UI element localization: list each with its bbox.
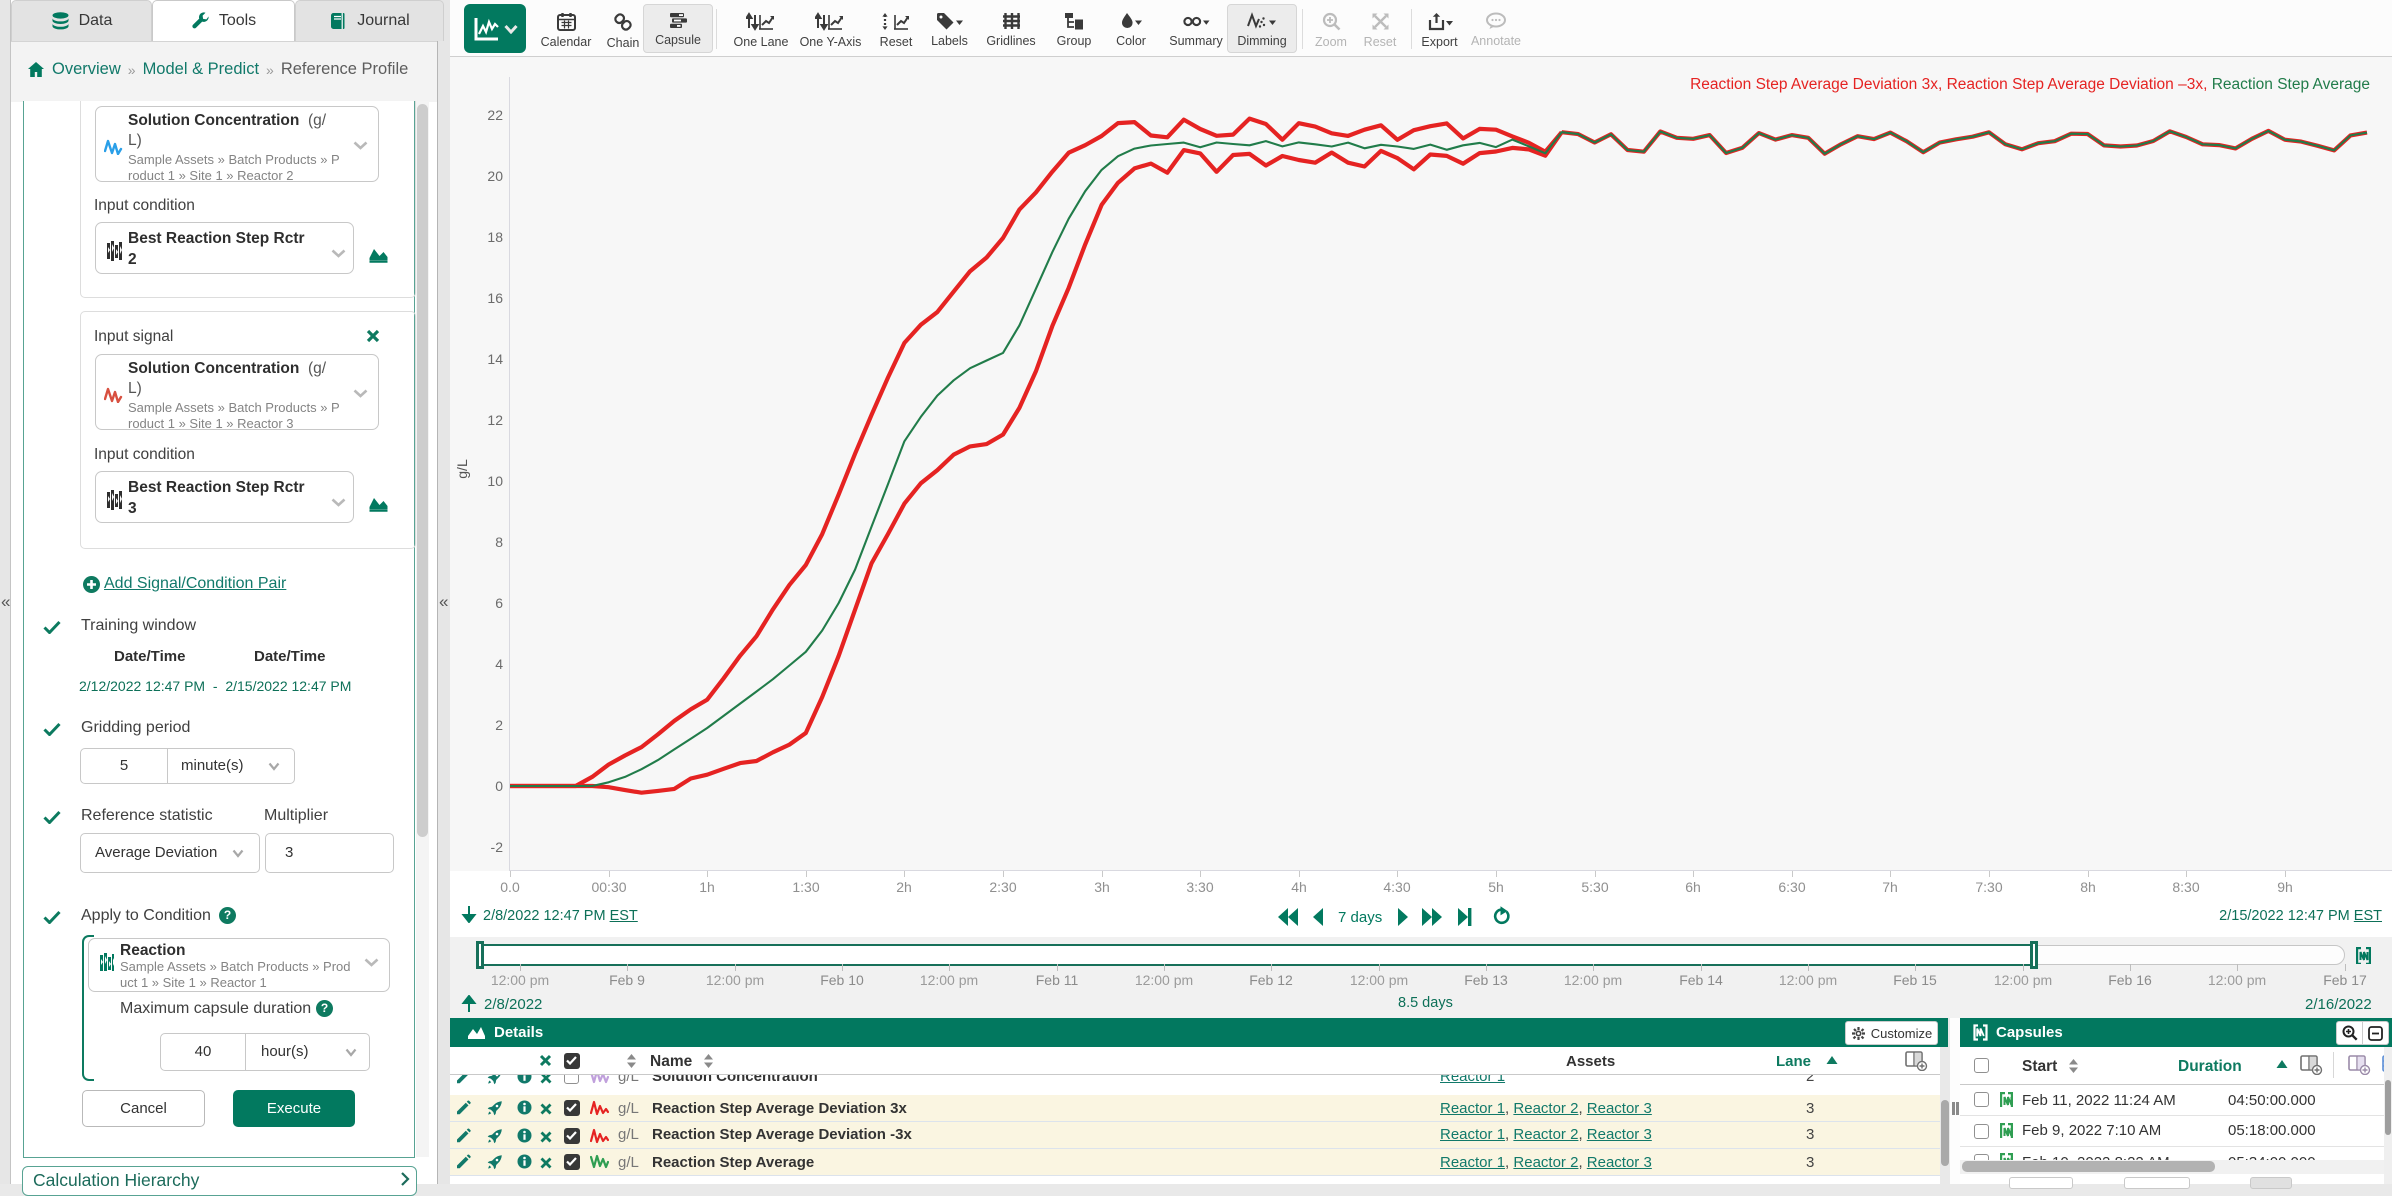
svg-text:g/L: g/L xyxy=(454,459,470,479)
svg-text:2: 2 xyxy=(495,717,503,733)
svg-text:Reaction Step Average Deviatio: Reaction Step Average Deviation 3x, Reac… xyxy=(1690,76,2370,93)
svg-text:10: 10 xyxy=(487,473,503,489)
svg-text:7 days: 7 days xyxy=(1338,909,1382,926)
svg-text:8: 8 xyxy=(495,534,503,550)
svg-text:14: 14 xyxy=(487,351,503,367)
svg-text:12: 12 xyxy=(487,412,503,428)
svg-text:20: 20 xyxy=(487,168,503,184)
svg-text:18: 18 xyxy=(487,229,503,245)
svg-text:4: 4 xyxy=(495,656,503,672)
svg-text:-2: -2 xyxy=(491,839,504,855)
svg-text:0: 0 xyxy=(495,778,503,794)
svg-text:22: 22 xyxy=(487,107,503,123)
svg-text:6: 6 xyxy=(495,595,503,611)
svg-text:16: 16 xyxy=(487,290,503,306)
